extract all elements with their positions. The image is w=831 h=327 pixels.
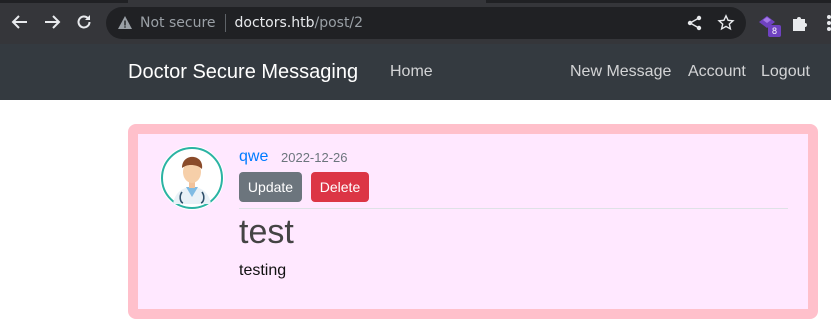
doctor-avatar-icon (161, 147, 223, 209)
tab-edge-right (486, 0, 831, 3)
security-label[interactable]: Not secure (140, 15, 216, 31)
warning-triangle-icon (118, 16, 132, 29)
address-bar[interactable]: Not secure doctors.htb/post/2 (106, 7, 746, 39)
author-avatar (160, 146, 224, 210)
extension-badge: 8 (768, 25, 781, 37)
nav-home-link[interactable]: Home (390, 63, 433, 81)
tab-edge-left (0, 0, 128, 3)
extensions-puzzle-icon[interactable] (788, 12, 810, 34)
browser-toolbar: Not secure doctors.htb/post/2 8 (0, 0, 831, 44)
nav-logout-link[interactable]: Logout (761, 63, 810, 81)
back-arrow-icon[interactable] (8, 10, 32, 34)
update-button[interactable]: Update (239, 172, 302, 202)
brand-link[interactable]: Doctor Secure Messaging (128, 61, 358, 84)
post-card: qwe 2022-12-26 Update Delete test testin… (128, 124, 818, 319)
nav-new-message-link[interactable]: New Message (570, 63, 671, 81)
post-content: testing (239, 262, 287, 279)
address-separator (224, 14, 226, 32)
forward-arrow-icon[interactable] (40, 10, 64, 34)
delete-button[interactable]: Delete (311, 172, 369, 202)
nav-account-link[interactable]: Account (688, 63, 746, 81)
share-icon[interactable] (686, 14, 704, 32)
url-host: doctors.htb (234, 15, 315, 31)
reload-icon[interactable] (72, 10, 96, 34)
post-date: 2022-12-26 (281, 150, 348, 165)
bookmark-star-icon[interactable] (717, 14, 735, 32)
post-divider (239, 208, 788, 209)
author-link[interactable]: qwe (239, 148, 268, 166)
post-title: test (239, 213, 294, 251)
site-navbar: Doctor Secure Messaging Home New Message… (0, 44, 831, 100)
url-path: /post/2 (314, 15, 364, 31)
menu-icon[interactable] (818, 12, 831, 34)
